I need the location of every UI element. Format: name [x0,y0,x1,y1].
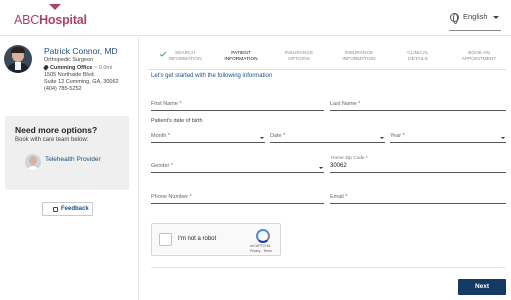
telehealth-provider-avatar[interactable] [25,154,41,170]
recaptcha-label: I'm not a robot [178,236,217,242]
location-pin-icon [42,64,50,71]
date-select[interactable]: Date * [270,131,385,143]
last-name-field[interactable]: Last Name * [330,99,506,111]
progress-stepper: Search Information Patient Information Ins… [148,46,506,70]
language-select[interactable]: English [449,9,501,31]
phone-field[interactable]: Phone Number * [151,192,324,204]
options-title: Need more options? [15,125,98,135]
office-distance: ~ 0.0mi [94,65,113,71]
chevron-down-icon [319,167,323,169]
zip-field[interactable]: 30062 [330,161,506,173]
next-button[interactable]: Next [458,279,506,295]
step-insurance-options[interactable]: Insurance Options [280,51,318,63]
chevron-down-icon [380,137,384,139]
recaptcha-checkbox[interactable] [159,233,172,246]
month-select[interactable]: Month * [151,131,265,143]
step-search-information[interactable]: Search Information [166,51,204,63]
address-line-2: Suite 12 Cumming, GA, 30062 [44,79,119,85]
first-name-field[interactable]: First Name * [151,99,324,111]
zip-value: 30062 [330,163,347,169]
step-book-appointment[interactable]: Book an Appointment [456,51,502,63]
feedback-label: Feedback [61,206,89,212]
step-insurance-information[interactable]: Insurance Information [338,51,380,63]
recaptcha-privacy-links[interactable]: Privacy - Terms [250,249,272,253]
dob-label: Patient's date of birth [151,118,203,124]
recaptcha-brand: reCAPTCHA [250,244,271,248]
email-field[interactable]: Email * [330,192,506,204]
doctor-specialty: Orthopedic Surgeon [44,57,94,63]
telehealth-provider-link[interactable]: Telehealth Provider [45,156,101,163]
recaptcha-icon [256,229,270,243]
year-select[interactable]: Year * [390,131,506,143]
office-line: Cumming Office ~ 0.0mi [42,64,113,71]
gender-select[interactable]: Gender * [151,161,324,173]
feedback-icon [53,207,58,212]
next-button-label: Next [474,283,490,290]
step-clinical-details[interactable]: Clinical Details [399,51,437,63]
address-line-1: 1505 Northside Blvd. [44,72,96,78]
form-intro: Let's get started with the following inf… [151,73,273,79]
office-name: Cumming Office [50,65,93,71]
step-patient-information[interactable]: Patient Information [222,51,260,63]
doctor-avatar [4,45,32,73]
logo-abc-text: ABC [14,13,40,27]
logo-hospital-text: Hospital [39,13,87,27]
form-divider [151,267,506,268]
hospital-logo[interactable]: ABCHospital [14,2,87,32]
language-label: English [463,12,488,21]
top-header: ABCHospital English [0,0,511,36]
more-options-card: Need more options? Book with care team b… [5,116,129,190]
options-subtitle: Book with care team below: [15,137,89,143]
doctor-panel: Patrick Connor, MD Orthopedic Surgeon Cu… [0,37,139,300]
logo-roof-icon [49,4,61,10]
feedback-button[interactable]: Feedback [42,202,93,216]
chevron-down-icon [501,137,505,139]
chevron-down-icon [493,16,499,19]
doctor-phone[interactable]: (404) 785-5252 [44,86,82,92]
globe-icon [450,13,459,24]
chevron-down-icon [260,137,264,139]
doctor-name[interactable]: Patrick Connor, MD [44,46,118,56]
recaptcha-widget: I'm not a robot reCAPTCHA Privacy - Term… [151,223,281,256]
